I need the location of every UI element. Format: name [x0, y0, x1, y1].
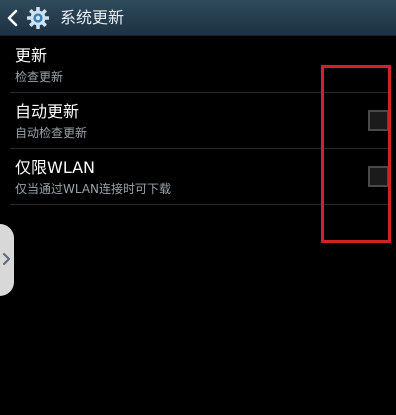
setting-summary: 仅当通过WLAN连接时可下载: [15, 182, 172, 196]
setting-label: 更新: [15, 46, 48, 65]
chevron-right-icon: [3, 253, 10, 265]
back-chevron-icon[interactable]: [6, 8, 20, 28]
page-title: 系统更新: [60, 8, 125, 27]
setting-summary: 自动检查更新: [15, 126, 88, 140]
gear-icon: [27, 7, 49, 29]
action-bar: 系统更新: [0, 0, 396, 36]
setting-label: 自动更新: [15, 102, 80, 121]
setting-label: 仅限WLAN: [15, 158, 96, 177]
side-panel-handle[interactable]: [0, 224, 14, 296]
setting-summary: 检查更新: [15, 70, 64, 84]
red-highlight-box: [321, 65, 391, 243]
